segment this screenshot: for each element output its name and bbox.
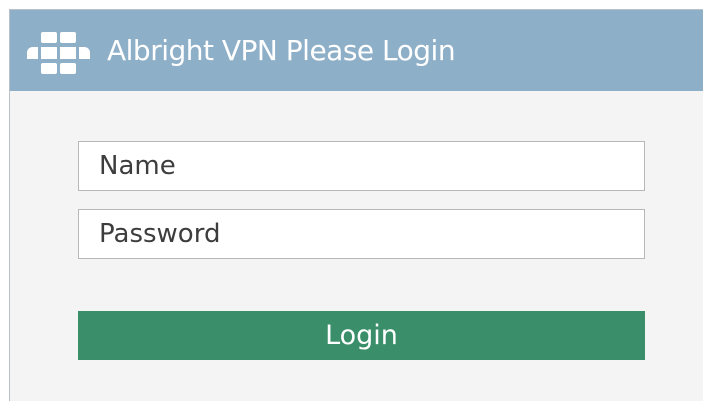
password-input[interactable]	[78, 209, 645, 259]
login-button[interactable]: Login	[78, 311, 645, 360]
fortinet-logo-icon	[27, 32, 90, 74]
login-header: Albright VPN Please Login	[10, 10, 703, 91]
name-input[interactable]	[78, 141, 645, 191]
login-panel: Albright VPN Please Login Login	[9, 9, 703, 401]
page-title: Albright VPN Please Login	[107, 34, 456, 67]
